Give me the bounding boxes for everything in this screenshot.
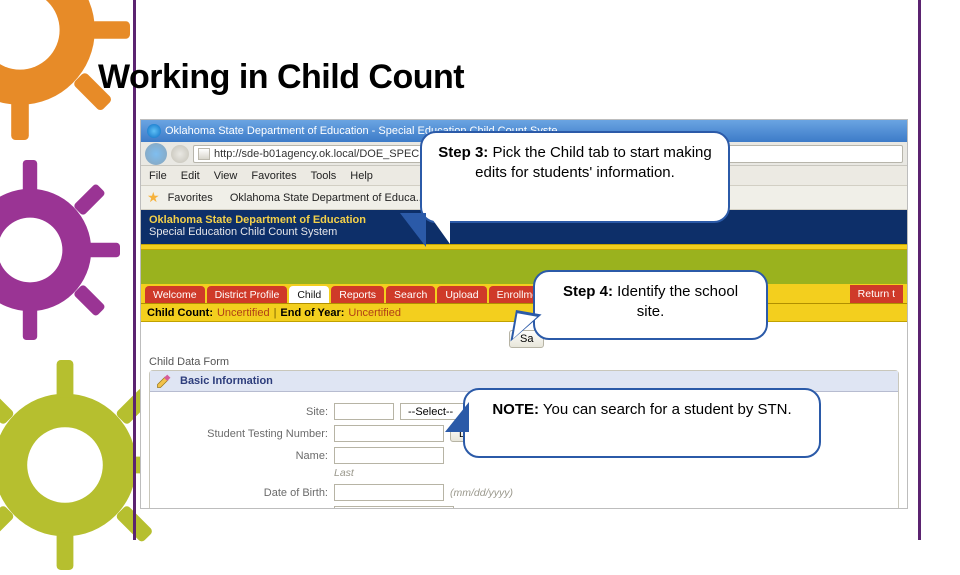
callout-tail-icon	[445, 402, 469, 432]
tab-welcome[interactable]: Welcome	[145, 286, 205, 303]
lastname-input[interactable]	[334, 447, 444, 464]
tab-reports[interactable]: Reports	[331, 286, 384, 303]
menu-help[interactable]: Help	[350, 170, 373, 182]
grade-select[interactable]: --Select--	[334, 506, 454, 509]
menu-edit[interactable]: Edit	[181, 170, 200, 182]
site-code-input[interactable]	[334, 403, 394, 420]
tab-strip: Welcome District Profile Child Reports S…	[141, 284, 907, 304]
callout-step-4: Step 4: Identify the school site.	[533, 270, 768, 340]
callout3-text: You can search for a student by STN.	[539, 401, 792, 418]
label-stn: Student Testing Number:	[178, 428, 328, 440]
panel-title: Child Data Form	[149, 356, 899, 368]
status-separator: |	[274, 307, 277, 319]
callout3-bold: NOTE:	[492, 401, 539, 418]
tab-district-profile[interactable]: District Profile	[207, 286, 288, 303]
dob-input[interactable]	[334, 484, 444, 501]
callout2-bold: Step 4:	[563, 283, 613, 300]
label-grade: Grade:	[178, 509, 328, 510]
callout-note: NOTE: You can search for a student by ST…	[463, 388, 821, 458]
back-button[interactable]	[145, 143, 167, 165]
decorative-gear-purple	[0, 160, 120, 340]
green-banner	[141, 250, 907, 284]
menu-view[interactable]: View	[214, 170, 238, 182]
tab-search[interactable]: Search	[386, 286, 435, 303]
ie-icon	[147, 124, 161, 138]
eoy-value: Uncertified	[348, 307, 401, 319]
dob-hint: (mm/dd/yyyy)	[450, 487, 513, 499]
stn-input[interactable]	[334, 425, 444, 442]
eoy-label: End of Year:	[280, 307, 344, 319]
tab-child[interactable]: Child	[289, 286, 329, 303]
menu-file[interactable]: File	[149, 170, 167, 182]
decorative-line-right	[918, 0, 921, 540]
label-site: Site:	[178, 406, 328, 418]
name-hint: Last	[334, 467, 354, 479]
forward-button[interactable]	[171, 145, 189, 163]
page-icon	[198, 148, 210, 160]
favorites-link-text: Oklahoma State Department of Educa...	[230, 192, 425, 204]
return-link[interactable]: Return t	[850, 285, 903, 303]
callout1-text: Pick the Child tab to start making edits…	[475, 144, 712, 181]
favorites-label[interactable]: Favorites	[168, 192, 213, 204]
menu-favorites[interactable]: Favorites	[251, 170, 296, 182]
favorites-link[interactable]: Oklahoma State Department of Educa...	[221, 190, 430, 206]
callout1-bold: Step 3:	[438, 144, 488, 161]
label-name: Name:	[178, 450, 328, 462]
panel-header-text: Basic Information	[180, 375, 273, 387]
page-title: Working in Child Count	[98, 58, 464, 97]
menu-tools[interactable]: Tools	[311, 170, 337, 182]
childcount-label: Child Count:	[147, 307, 213, 319]
callout2-text: Identify the school site.	[613, 283, 738, 320]
pencil-icon	[156, 374, 174, 388]
callout-tail-icon	[400, 213, 426, 247]
callout-tail-icon	[510, 310, 541, 346]
label-dob: Date of Birth:	[178, 487, 328, 499]
favorites-star-icon[interactable]: ★	[147, 189, 160, 206]
site-subtitle: Special Education Child Count System	[149, 226, 899, 238]
childcount-value: Uncertified	[217, 307, 270, 319]
tab-upload[interactable]: Upload	[437, 286, 486, 303]
callout-step-3: Step 3: Pick the Child tab to start maki…	[420, 131, 730, 223]
